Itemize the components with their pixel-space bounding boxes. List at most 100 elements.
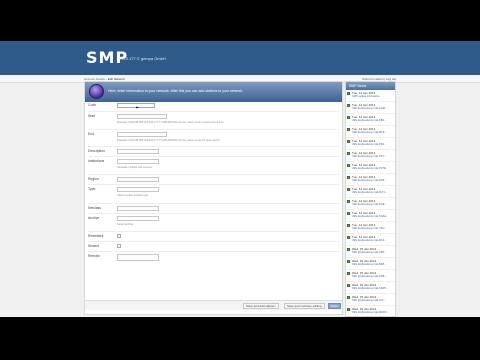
region-input[interactable]	[117, 177, 159, 182]
netclass-row: Netclass	[88, 206, 117, 210]
news-link[interactable]: XML Explorationen GE.DSB...	[352, 275, 394, 278]
info-bar: Here, enter information to your network.…	[85, 82, 342, 102]
info-globe-icon	[89, 84, 104, 99]
save-button[interactable]: Save	[328, 303, 341, 309]
divider	[88, 129, 339, 130]
remark-row: Remark	[88, 254, 117, 258]
institutions-input[interactable]	[117, 159, 159, 164]
news-item[interactable]: Wed, 15 Jan 2014 XML Explorationen GE.BKB…	[346, 258, 395, 270]
start-input[interactable]	[117, 114, 167, 119]
divider	[88, 174, 339, 175]
news-item[interactable]: Tue, 14 Jan 2014 XML Explorationen GE.VSU…	[346, 222, 395, 234]
news-icon	[347, 152, 350, 155]
code-label: Code	[88, 103, 97, 107]
news-item[interactable]: Tue, 14 Jan 2014 XML Explorationen GE.TRT…	[346, 162, 395, 174]
divider	[88, 203, 339, 204]
news-item[interactable]: Wed, 15 Jan 2014 XML Explorationen GE.LVC…	[346, 294, 395, 306]
institutions-label: Institutions	[88, 159, 105, 163]
news-item[interactable]: Wed, 15 Jan 2014 XML Explorationen GE.APE…	[346, 246, 395, 258]
news-link[interactable]: XML Explorationen GE.MORC...	[352, 311, 394, 314]
news-icon	[347, 284, 350, 287]
news-icon	[347, 92, 350, 95]
news-icon	[347, 188, 350, 191]
news-link[interactable]: XML Explorationen GE.TRTE...	[352, 167, 394, 170]
news-icon	[347, 104, 350, 107]
news-link[interactable]: XML Explorationen GE.BKB...	[352, 263, 394, 266]
news-sidebar: SMP News Tue, 14 Jan 2014 SMP update info…	[345, 81, 396, 317]
divider	[88, 184, 339, 185]
news-icon	[347, 236, 350, 239]
divider	[88, 251, 339, 252]
news-item[interactable]: Tue, 14 Jan 2014 XML Explorationen GE.PSZ…	[346, 138, 395, 150]
news-item[interactable]: Tue, 14 Jan 2014 XML Explorationen GE.WLF…	[346, 234, 395, 246]
divider	[88, 111, 339, 112]
news-icon	[347, 296, 350, 299]
divider	[88, 156, 339, 157]
news-icon	[347, 164, 350, 167]
netclass-label: Netclass	[88, 206, 102, 210]
news-list: Tue, 14 Jan 2014 SMP update information Tu…	[346, 90, 395, 316]
news-link[interactable]: XML Explorationen GE.APE...	[352, 251, 394, 254]
news-item[interactable]: Wed, 15 Jan 2014 XML Explorationen GE.MOR…	[346, 306, 395, 316]
news-link[interactable]: XML Explorationen GE.STU...	[352, 155, 394, 158]
remark-label: Remark	[88, 254, 100, 258]
news-item[interactable]: Wed, 15 Jan 2014 XML Explorationen GE.KAR…	[346, 282, 395, 294]
news-link[interactable]: XML Explorationen GE.RUE...	[352, 203, 394, 206]
news-link[interactable]: XML Explorationen GE.LVC...	[352, 299, 394, 302]
type-input[interactable]	[117, 187, 159, 192]
news-link[interactable]: XML Explorationen GE.KBS...	[352, 119, 394, 122]
netclass-input[interactable]	[117, 206, 159, 211]
news-link[interactable]: XML Explorationen GE.CHM...	[352, 107, 394, 110]
shared-label: Shared	[88, 244, 99, 248]
news-link[interactable]: XML Explorationen GE.FLT1...	[352, 191, 394, 194]
news-link[interactable]: SMP update information	[352, 95, 394, 98]
type-row: Type	[88, 187, 117, 191]
news-icon	[347, 272, 350, 275]
news-link[interactable]: XML Explorationen GE.KARP...	[352, 287, 394, 290]
news-icon	[347, 224, 350, 227]
news-link[interactable]: XML Explorationen GE.WLF...	[352, 239, 394, 242]
app-window: SMP 2013.177 © gempa GmbH Network Detail…	[0, 41, 480, 317]
start-hint: Example: 2013-08-06T12:14:06 (YYYY-MM-DD…	[117, 121, 224, 124]
description-row: Description	[88, 149, 117, 153]
news-icon	[347, 248, 350, 251]
save-and-continue-button[interactable]: Save and continue editing	[284, 303, 325, 309]
code-row: Code	[88, 103, 117, 107]
news-item[interactable]: Tue, 14 Jan 2014 XML Explorationen GE.CHM…	[346, 102, 395, 114]
end-input[interactable]	[117, 132, 167, 137]
news-link[interactable]: XML Explorationen GE.VSU...	[352, 227, 394, 230]
type-label: Type	[88, 187, 96, 191]
mouse-cursor-icon	[135, 106, 140, 110]
start-label: Start	[88, 114, 96, 118]
news-icon	[347, 116, 350, 119]
news-icon	[347, 140, 350, 143]
archive-label: Archive	[88, 216, 100, 220]
news-item[interactable]: Tue, 14 Jan 2014 SMP update information	[346, 90, 395, 102]
archive-input[interactable]	[117, 216, 159, 221]
news-icon	[347, 200, 350, 203]
news-item[interactable]: Tue, 14 Jan 2014 XML Explorationen GE.MTE…	[346, 126, 395, 138]
app-version: 2013.177 © gempa GmbH	[119, 56, 166, 61]
news-item[interactable]: Wed, 15 Jan 2014 XML Explorationen GE.DSB…	[346, 270, 395, 282]
info-text: Here, enter information to your network.…	[108, 89, 244, 93]
news-link[interactable]: XML Explorationen GE.PSZ...	[352, 143, 394, 146]
news-item[interactable]: Tue, 14 Jan 2014 XML Explorationen GE.STU…	[346, 150, 395, 162]
save-and-add-button[interactable]: Save and add stations	[243, 303, 279, 309]
news-link[interactable]: XML Explorationen GE.SNAA...	[352, 215, 394, 218]
news-item[interactable]: Tue, 14 Jan 2014 XML Explorationen GE.FLT…	[346, 186, 395, 198]
news-item[interactable]: Tue, 14 Jan 2014 XML Explorationen GE.ZKR…	[346, 174, 395, 186]
news-item[interactable]: Tue, 14 Jan 2014 XML Explorationen GE.KBS…	[346, 114, 395, 126]
form-actions: Save and add stations Save and continue …	[85, 300, 342, 310]
description-input[interactable]	[117, 149, 159, 154]
news-icon	[347, 176, 350, 179]
end-label: End	[88, 132, 95, 136]
remark-textarea[interactable]	[117, 254, 159, 261]
shared-checkbox[interactable]	[117, 244, 121, 248]
restricted-checkbox[interactable]	[117, 234, 121, 238]
news-item[interactable]: Tue, 14 Jan 2014 XML Explorationen GE.RUE…	[346, 198, 395, 210]
institutions-row: Institutions	[88, 159, 117, 163]
news-item[interactable]: Tue, 14 Jan 2014 XML Explorationen GE.SNA…	[346, 210, 395, 222]
news-sidebar-title: SMP News	[346, 82, 395, 90]
news-link[interactable]: XML Explorationen GE.ZKR...	[352, 179, 394, 182]
news-link[interactable]: XML Explorationen GE.MTE...	[352, 131, 394, 134]
